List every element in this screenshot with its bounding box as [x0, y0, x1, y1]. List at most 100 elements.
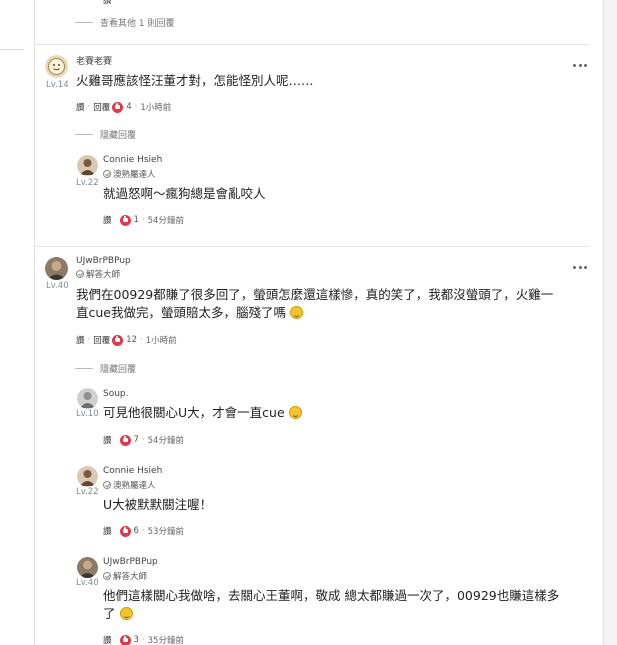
badge-label: 澳熟屬達人: [113, 170, 156, 180]
username[interactable]: Soup.: [103, 389, 129, 399]
gutter-divider: [0, 49, 24, 50]
left-gutter: [0, 0, 34, 645]
badge-label: 解答大師: [113, 572, 148, 582]
like-count: 4: [126, 102, 132, 112]
comment-text: 就過怒啊～瘋狗總是會亂咬人: [103, 186, 266, 201]
comment-text-line-1: 他們這樣關心我做啥，去關心王董啊，敬成 總太都賺過一次了，00929也賺這樣多: [103, 588, 560, 603]
user-level: Lv.10: [76, 409, 99, 419]
hide-replies-label[interactable]: 隱藏回覆: [100, 128, 136, 141]
comment-actions: 讚 3 · 35分鐘前: [103, 634, 184, 645]
separator: ·: [87, 335, 91, 345]
comment-text-content: 了: [103, 606, 116, 621]
comment-actions: 讚 7 · 54分鐘前: [103, 434, 184, 446]
user-level: Lv.40: [46, 281, 69, 291]
more-options-icon[interactable]: [573, 264, 587, 270]
separator: ·: [141, 526, 145, 536]
timestamp: 53分鐘前: [147, 527, 184, 537]
user-level: Lv.14: [46, 80, 69, 90]
rate-link[interactable]: 讚: [76, 334, 85, 346]
thumbs-up-icon[interactable]: [119, 434, 131, 446]
user-badge: 澳熟屬達人: [103, 168, 156, 180]
thumbs-up-icon[interactable]: [119, 634, 131, 645]
avatar[interactable]: [45, 55, 68, 78]
hide-replies[interactable]: 隱藏回覆: [75, 128, 136, 141]
separator: ·: [141, 215, 145, 225]
dash-icon: [75, 134, 93, 135]
like-count: 3: [133, 635, 139, 645]
comment-actions: 讚 1 · 54分鐘前: [103, 214, 184, 226]
avatar[interactable]: [77, 557, 98, 578]
grinning-face-emoji: [288, 406, 302, 419]
timestamp: 54分鐘前: [147, 216, 184, 226]
thumbs-up-icon[interactable]: [119, 214, 131, 226]
reply-link[interactable]: 回覆: [93, 101, 110, 113]
separator: ·: [134, 102, 138, 112]
badge-check-icon: [103, 572, 111, 580]
separator: ·: [140, 335, 143, 345]
like-count: 1: [133, 215, 139, 225]
like-count: 6: [133, 526, 139, 536]
user-level: Lv.40: [76, 578, 99, 588]
comment-actions: 讚 · 回覆 4 · 1小時前: [76, 101, 171, 113]
badge-label: 解答大師: [86, 270, 121, 280]
comment-actions: 讚 · 回覆 12 · 1小時前: [76, 334, 177, 346]
avatar[interactable]: [77, 388, 98, 409]
comment-text: 可見他很關心U大，才會一直cue: [103, 402, 302, 424]
comment-divider: [34, 246, 590, 247]
username[interactable]: Connie Hsieh: [103, 155, 162, 165]
username[interactable]: UJwBrPBPup: [76, 256, 131, 266]
rate-link[interactable]: 讚: [103, 525, 112, 537]
prev-actions: 讚: [103, 0, 112, 6]
avatar[interactable]: [45, 257, 68, 280]
username[interactable]: Connie Hsieh: [103, 466, 162, 476]
more-options-icon[interactable]: [573, 62, 587, 68]
timestamp: 1小時前: [140, 103, 172, 113]
user-level: Lv.22: [76, 178, 99, 188]
timestamp: 35分鐘前: [147, 636, 184, 645]
rate-link[interactable]: 讚: [103, 434, 112, 446]
badge-check-icon: [103, 481, 111, 489]
timestamp: 54分鐘前: [147, 436, 184, 446]
like-count: 7: [133, 435, 139, 445]
user-badge: 澳熟屬達人: [103, 479, 156, 491]
badge-label: 澳熟屬達人: [113, 481, 156, 491]
comment-text-content: 直cue我做完，螢頭賠太多，腦殘了嗎: [76, 305, 286, 320]
avatar[interactable]: [77, 466, 98, 487]
like-count: 12: [126, 335, 138, 345]
grinning-face-emoji: [119, 607, 133, 620]
dash-icon: [75, 22, 93, 23]
rate-link[interactable]: 讚: [76, 101, 85, 113]
comment-page: 讚 查看其他 1 則回覆 Lv.14 老賽老賽 火雞哥應該怪汪董才對，怎能怪別人…: [0, 0, 617, 645]
rate-link[interactable]: 讚: [103, 634, 112, 645]
comment-text: U大被默默關注喔！: [103, 497, 213, 512]
thumbs-up-icon[interactable]: [112, 334, 124, 346]
badge-check-icon: [76, 270, 84, 278]
comment-divider: [34, 44, 590, 45]
separator: ·: [141, 435, 145, 445]
avatar[interactable]: [77, 155, 98, 176]
username[interactable]: 老賽老賽: [76, 54, 112, 67]
user-badge: 解答大師: [76, 268, 120, 280]
reply-link[interactable]: 回覆: [93, 334, 110, 346]
comment-text-content: 可見他很關心U大，才會一直cue: [103, 405, 285, 420]
thumbs-up-icon[interactable]: [112, 101, 124, 113]
comment-text-line-2: 直cue我做完，螢頭賠太多，腦殘了嗎: [76, 302, 303, 324]
see-more-replies[interactable]: 查看其他 1 則回覆: [75, 16, 174, 29]
user-badge: 解答大師: [103, 570, 147, 582]
username[interactable]: UJwBrPBPup: [103, 557, 158, 567]
see-more-label[interactable]: 查看其他 1 則回覆: [100, 16, 174, 29]
comment-actions: 讚 6 · 53分鐘前: [103, 525, 184, 537]
right-scroll-strip[interactable]: [604, 0, 617, 645]
dash-icon: [75, 368, 93, 369]
badge-check-icon: [103, 170, 111, 178]
hide-replies-label[interactable]: 隱藏回覆: [100, 362, 136, 375]
rate-link[interactable]: 讚: [103, 0, 112, 6]
hide-replies[interactable]: 隱藏回覆: [75, 362, 136, 375]
thumbs-up-icon[interactable]: [119, 525, 131, 537]
separator: ·: [87, 102, 91, 112]
rate-link[interactable]: 讚: [103, 214, 112, 226]
separator: ·: [141, 635, 145, 645]
user-level: Lv.22: [76, 487, 99, 497]
comment-text: 火雞哥應該怪汪董才對，怎能怪別人呢……: [76, 73, 314, 88]
grinning-face-emoji: [289, 306, 303, 319]
